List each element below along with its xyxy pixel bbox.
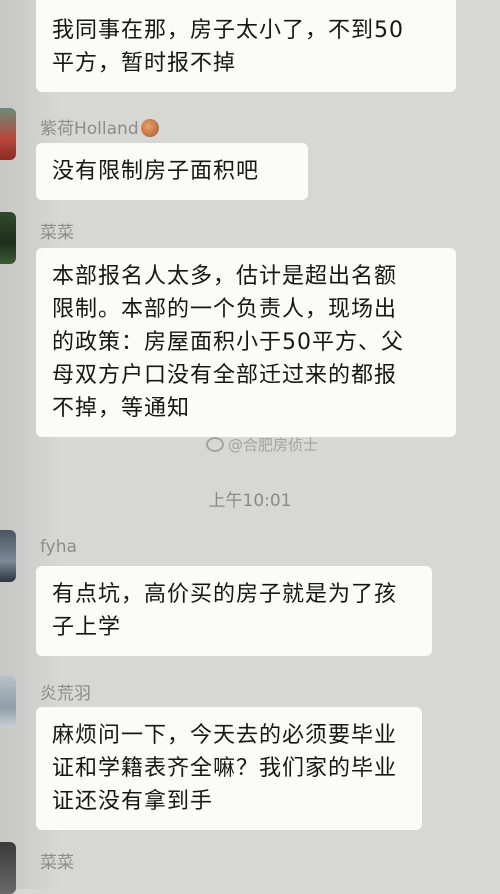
- avatar[interactable]: [0, 676, 16, 728]
- sender-name: 菜菜: [40, 853, 74, 873]
- message-line: 证和学籍表齐全嘛？我们家的毕业: [52, 756, 398, 781]
- message-line: 本部报名人太多，估计是超出名额: [52, 264, 398, 289]
- message-bubble[interactable]: 没有限制房子面积吧: [36, 143, 308, 200]
- avatar[interactable]: [0, 212, 16, 264]
- message-line: 母双方户口没有全部迁过来的都报: [52, 363, 398, 388]
- message-bubble[interactable]: 有点坑，高价买的房子就是为了孩 子上学: [36, 566, 432, 656]
- watermark: @合肥房侦士: [206, 434, 318, 455]
- message-line: 限制。本部的一个负责人，现场出: [52, 297, 398, 322]
- message-line: 我同事在那，房子太小了，不到50: [52, 18, 404, 43]
- sender-name-text: 紫荷Holland: [40, 119, 139, 139]
- sticker-icon: [140, 119, 159, 137]
- message-line: 证还没有拿到手: [52, 789, 214, 814]
- sender-name: 紫荷Holland: [40, 114, 159, 139]
- message-line: 有点坑，高价买的房子就是为了孩: [52, 582, 398, 607]
- sender-name: fyha: [40, 537, 77, 557]
- message-line: 不掉，等通知: [52, 396, 191, 421]
- watermark-text: @合肥房侦士: [228, 436, 319, 454]
- message-bubble[interactable]: 本部报名人太多，估计是超出名额 限制。本部的一个负责人，现场出 的政策：房屋面积…: [36, 248, 456, 437]
- message-bubble[interactable]: 我同事在那，房子太小了，不到50 平方，暂时报不掉: [36, 0, 456, 92]
- avatar[interactable]: [0, 108, 16, 160]
- avatar[interactable]: [0, 842, 16, 894]
- message-line: 平方，暂时报不掉: [52, 51, 237, 76]
- message-line: 没有限制房子面积吧: [52, 159, 260, 184]
- sender-name: 菜菜: [40, 223, 74, 243]
- message-line: 子上学: [52, 615, 122, 640]
- avatar[interactable]: [0, 530, 16, 582]
- weibo-icon: [206, 437, 224, 452]
- message-line: 麻烦问一下，今天去的必须要毕业: [52, 723, 398, 748]
- timestamp: 上午10:01: [208, 491, 292, 511]
- message-bubble[interactable]: 麻烦问一下，今天去的必须要毕业 证和学籍表齐全嘛？我们家的毕业 证还没有拿到手: [36, 707, 422, 830]
- message-line: 的政策：房屋面积小于50平方、父: [52, 330, 404, 355]
- sender-name: 炎荒羽: [40, 684, 91, 704]
